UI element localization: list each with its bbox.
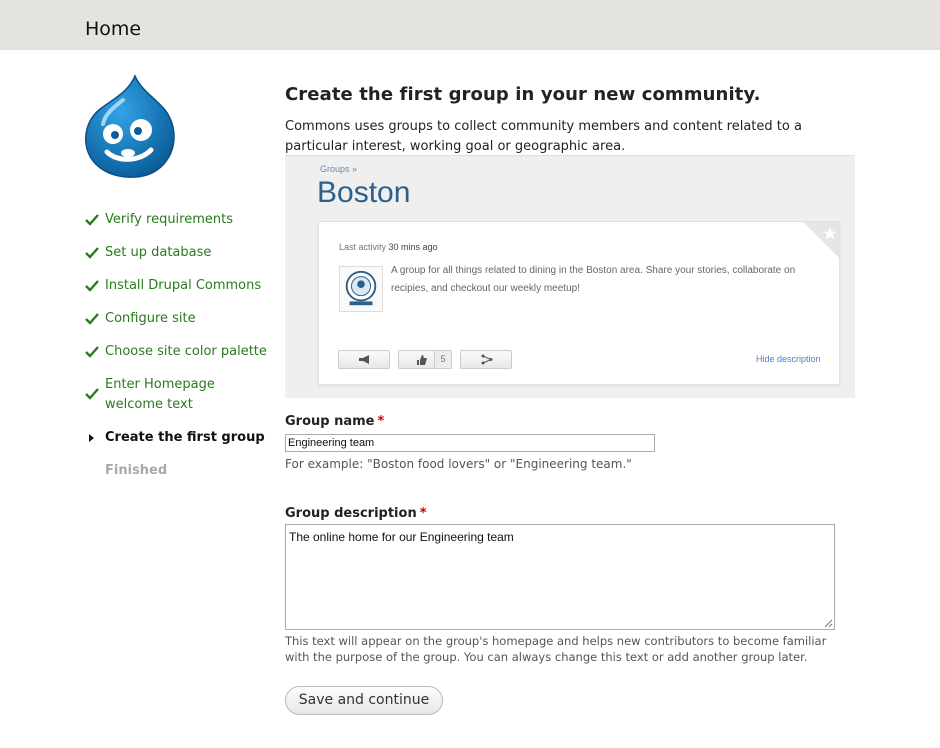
- preview-last-activity: Last activity 30 mins ago: [339, 242, 438, 252]
- step-choose-color-palette: Choose site color palette: [85, 342, 275, 362]
- preview-group-card: Last activity 30 mins ago A group for al…: [318, 221, 840, 385]
- group-description-value: The online home for our Engineering team: [289, 530, 514, 544]
- step-label: Choose site color palette: [105, 344, 267, 359]
- top-bar: Home: [0, 0, 940, 50]
- megaphone-icon: [359, 355, 369, 364]
- preview-group-title: Boston: [317, 176, 411, 209]
- thumbs-up-icon: [417, 355, 427, 365]
- main-heading: Create the first group in your new commu…: [285, 84, 761, 105]
- preview-description: A group for all things related to dining…: [391, 265, 796, 294]
- checkmark-icon: [85, 214, 99, 226]
- group-name-hint: For example: "Boston food lovers" or "En…: [285, 457, 632, 471]
- required-marker: *: [419, 506, 427, 521]
- group-name-input[interactable]: [285, 434, 655, 452]
- step-create-first-group: Create the first group: [85, 428, 275, 448]
- install-steps: Verify requirements Set up database Inst…: [85, 210, 275, 494]
- step-label: Set up database: [105, 245, 212, 260]
- preview-hide-description-link: Hide description: [756, 354, 821, 364]
- step-label: Configure site: [105, 311, 196, 326]
- checkmark-icon: [85, 388, 99, 400]
- group-description-hint: This text will appear on the group's hom…: [285, 634, 827, 664]
- checkmark-icon: [85, 313, 99, 325]
- intro-text: Commons uses groups to collect community…: [285, 119, 802, 154]
- step-label: Install Drupal Commons: [105, 278, 262, 293]
- save-and-continue-button[interactable]: Save and continue: [285, 686, 443, 715]
- page-title: Home: [85, 18, 142, 40]
- main-content: Create the first group in your new commu…: [285, 84, 855, 157]
- group-description-textarea[interactable]: The online home for our Engineering team: [285, 524, 835, 630]
- preview-broadcast-button: [338, 350, 390, 369]
- drupal-logo-icon: [85, 74, 175, 178]
- share-icon: [481, 354, 493, 365]
- step-configure-site: Configure site: [85, 309, 275, 329]
- checkmark-icon: [85, 346, 99, 358]
- group-description-label: Group description *: [285, 506, 427, 521]
- star-icon: [803, 222, 839, 258]
- step-finished: Finished: [85, 461, 275, 481]
- step-label: Create the first group: [105, 430, 265, 445]
- group-preview-image: Groups » Boston Last activity 30 mins ag…: [285, 155, 855, 398]
- step-label: Finished: [105, 463, 168, 478]
- preview-share-button: [460, 350, 512, 369]
- step-install-drupal-commons: Install Drupal Commons: [85, 276, 275, 296]
- step-label: Enter Homepage welcome text: [105, 377, 215, 412]
- preview-like-button: 5: [398, 350, 452, 369]
- step-label: Verify requirements: [105, 212, 234, 227]
- step-set-up-database: Set up database: [85, 243, 275, 263]
- triangle-right-icon: [89, 434, 94, 442]
- step-enter-welcome-text: Enter Homepage welcome text: [85, 375, 275, 415]
- resize-grip-icon[interactable]: [824, 619, 833, 628]
- preview-breadcrumb: Groups »: [320, 164, 358, 174]
- checkmark-icon: [85, 247, 99, 259]
- required-marker: *: [377, 414, 385, 429]
- group-avatar-icon: [339, 266, 383, 312]
- group-name-label: Group name *: [285, 414, 385, 429]
- step-verify-requirements: Verify requirements: [85, 210, 275, 230]
- like-count: 5: [434, 351, 451, 368]
- checkmark-icon: [85, 280, 99, 292]
